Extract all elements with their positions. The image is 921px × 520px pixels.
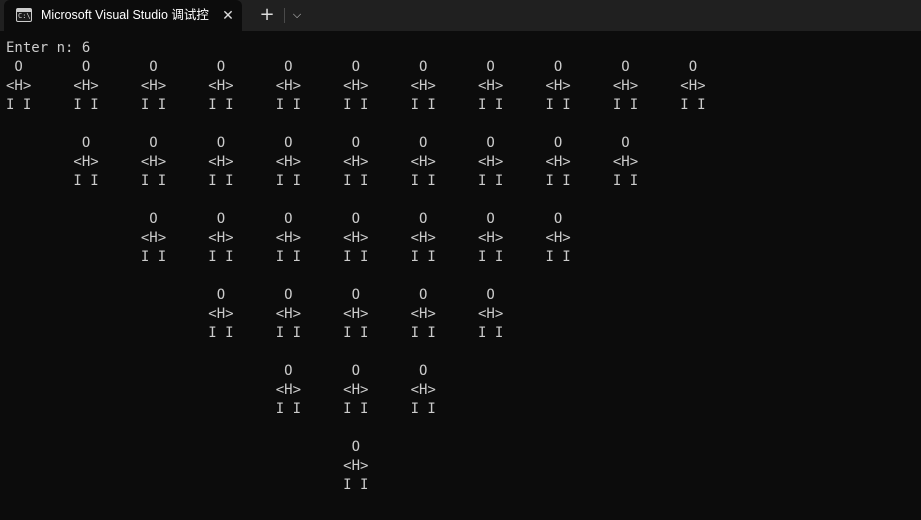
console-line: I I I I I I I I I I I I I I I I I I I I … xyxy=(6,97,706,113)
title-bar: C:\ Microsoft Visual Studio 调试控制台 ✕ + ⌵ xyxy=(0,0,921,31)
tab-separator xyxy=(284,8,285,23)
console-line: <H> <H> <H> <H> <H> xyxy=(6,306,504,322)
tab-title: Microsoft Visual Studio 调试控制台 xyxy=(41,8,209,22)
console-line: O O O O O O O O O xyxy=(6,135,630,151)
new-tab-button[interactable]: + xyxy=(255,4,279,26)
console-line: O O O O O O O xyxy=(6,211,563,227)
console-line: O O O O O xyxy=(6,287,495,303)
console-output[interactable]: Enter n: 6 O O O O O O O O O O O <H> <H> … xyxy=(6,39,906,509)
console-line: <H> <H> <H> <H> <H> <H> <H> <H> <H> xyxy=(6,154,639,170)
console-line: I I I I I I I I I I I I I I I I I I xyxy=(6,173,639,189)
console-line: <H> xyxy=(6,458,369,474)
console-icon: C:\ xyxy=(16,8,32,22)
close-icon[interactable]: ✕ xyxy=(218,6,238,26)
console-line: <H> <H> <H> <H> <H> <H> <H> xyxy=(6,230,571,246)
console-line: I I I I I I I I I I xyxy=(6,325,504,341)
console-icon-label: C:\ xyxy=(18,12,31,20)
console-line: I I xyxy=(6,477,369,493)
chevron-down-icon[interactable]: ⌵ xyxy=(288,5,306,25)
tab-debug-console[interactable]: C:\ Microsoft Visual Studio 调试控制台 ✕ xyxy=(4,0,242,31)
console-line: O O O O O O O O O O O xyxy=(6,59,698,75)
console-line: I I I I I I xyxy=(6,401,436,417)
console-line: <H> <H> <H> xyxy=(6,382,436,398)
console-line: O xyxy=(6,439,361,455)
console-line: <H> <H> <H> <H> <H> <H> <H> <H> <H> <H> … xyxy=(6,78,706,94)
input-prompt-line: Enter n: 6 xyxy=(6,40,91,56)
terminal-window: C:\ Microsoft Visual Studio 调试控制台 ✕ + ⌵ … xyxy=(0,0,921,520)
console-line: O O O xyxy=(6,363,428,379)
console-line: I I I I I I I I I I I I I I xyxy=(6,249,571,265)
